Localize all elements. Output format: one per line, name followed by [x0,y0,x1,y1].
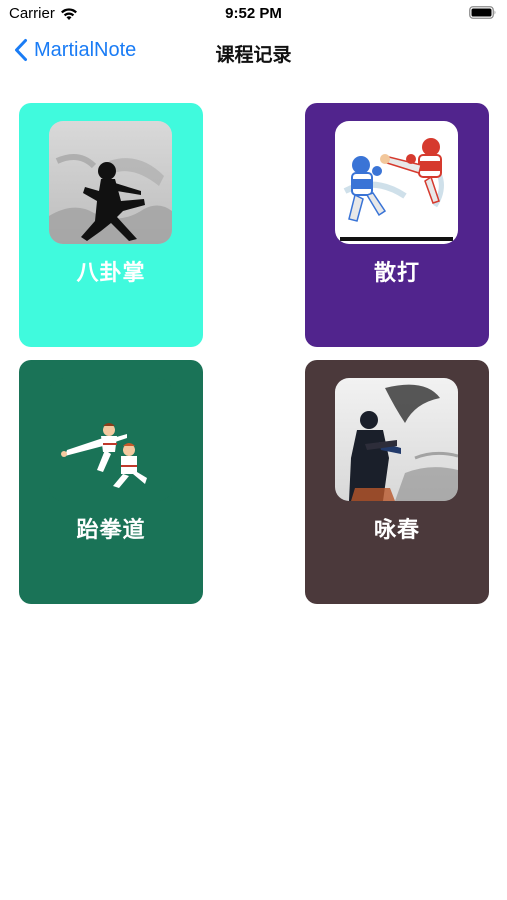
app-screen: Carrier 9:52 PM MartialNote 课程记录 八卦掌 散打 … [0,0,507,900]
page-title: 课程记录 [215,44,292,66]
course-card-wing-chun[interactable]: 咏春 [305,360,489,604]
course-card-baguazhang[interactable]: 八卦掌 [19,103,203,347]
course-label: 咏春 [373,518,420,543]
status-time: 9:52 PM [225,5,282,22]
navigation-bar: MartialNote 课程记录 [0,30,507,74]
course-card-sanda[interactable]: 散打 [305,103,489,347]
course-label: 散打 [373,261,420,286]
course-label: 跆拳道 [76,518,146,543]
course-label: 八卦掌 [76,261,146,286]
status-bar: Carrier 9:52 PM [0,0,507,28]
battery-icon [469,6,497,19]
taekwondo-kick-image [49,378,172,501]
wing-chun-silhouette-image [335,378,458,501]
martial-artist-silhouette-image [49,121,172,244]
sanda-fighters-image [335,121,458,244]
course-card-taekwondo[interactable]: 跆拳道 [19,360,203,604]
